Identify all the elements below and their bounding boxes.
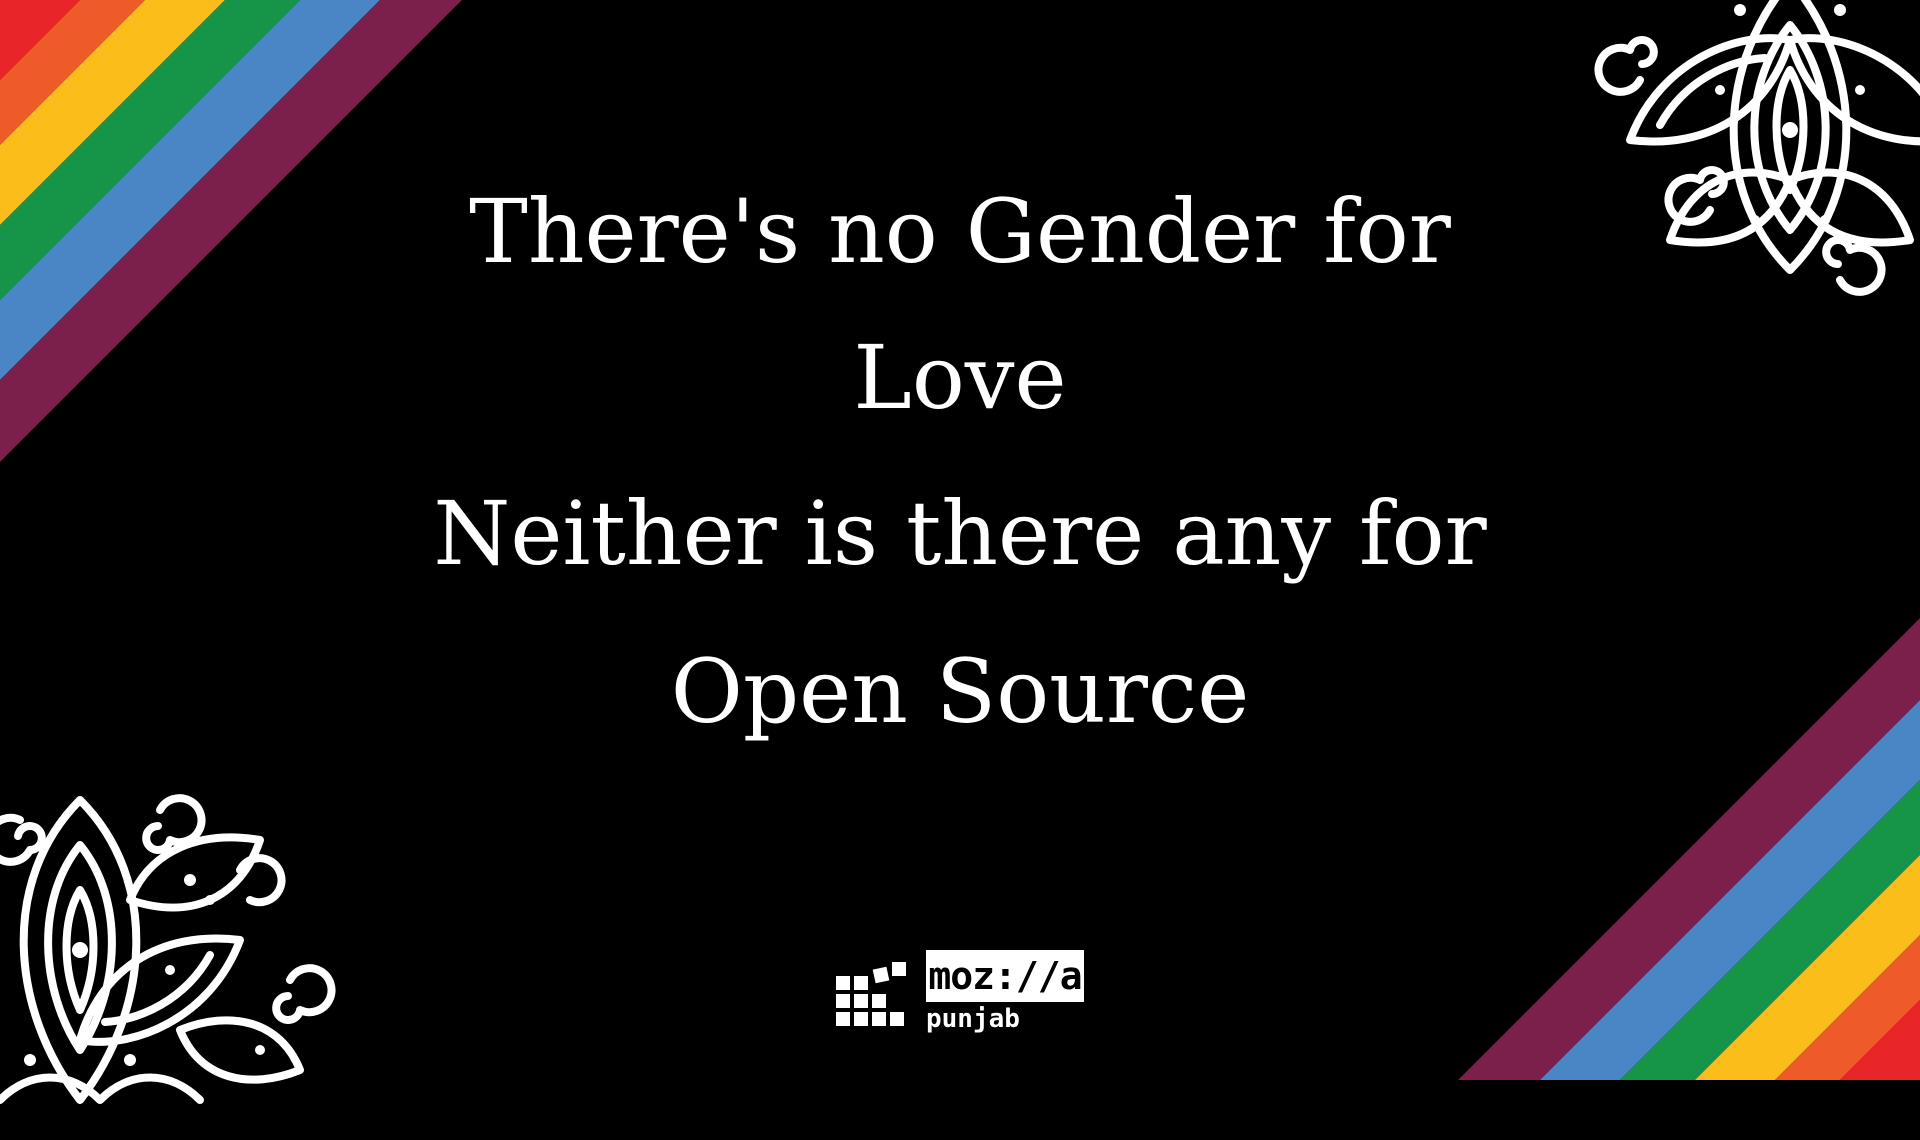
logo-subtitle: punjab <box>926 1004 1020 1034</box>
headline-line-1: There's no Gender for <box>469 180 1451 283</box>
headline-line-2: Love <box>853 326 1067 429</box>
headline-line-3: Neither is there any for <box>433 482 1487 585</box>
mozilla-punjab-logo: moz://a punjab <box>836 950 1088 1040</box>
mozilla-wordmark: moz://a <box>926 950 1084 1002</box>
headline-line-4: Open Source <box>670 640 1250 743</box>
mozilla-grid-icon <box>836 962 906 1026</box>
mandala-icon <box>0 794 336 1104</box>
